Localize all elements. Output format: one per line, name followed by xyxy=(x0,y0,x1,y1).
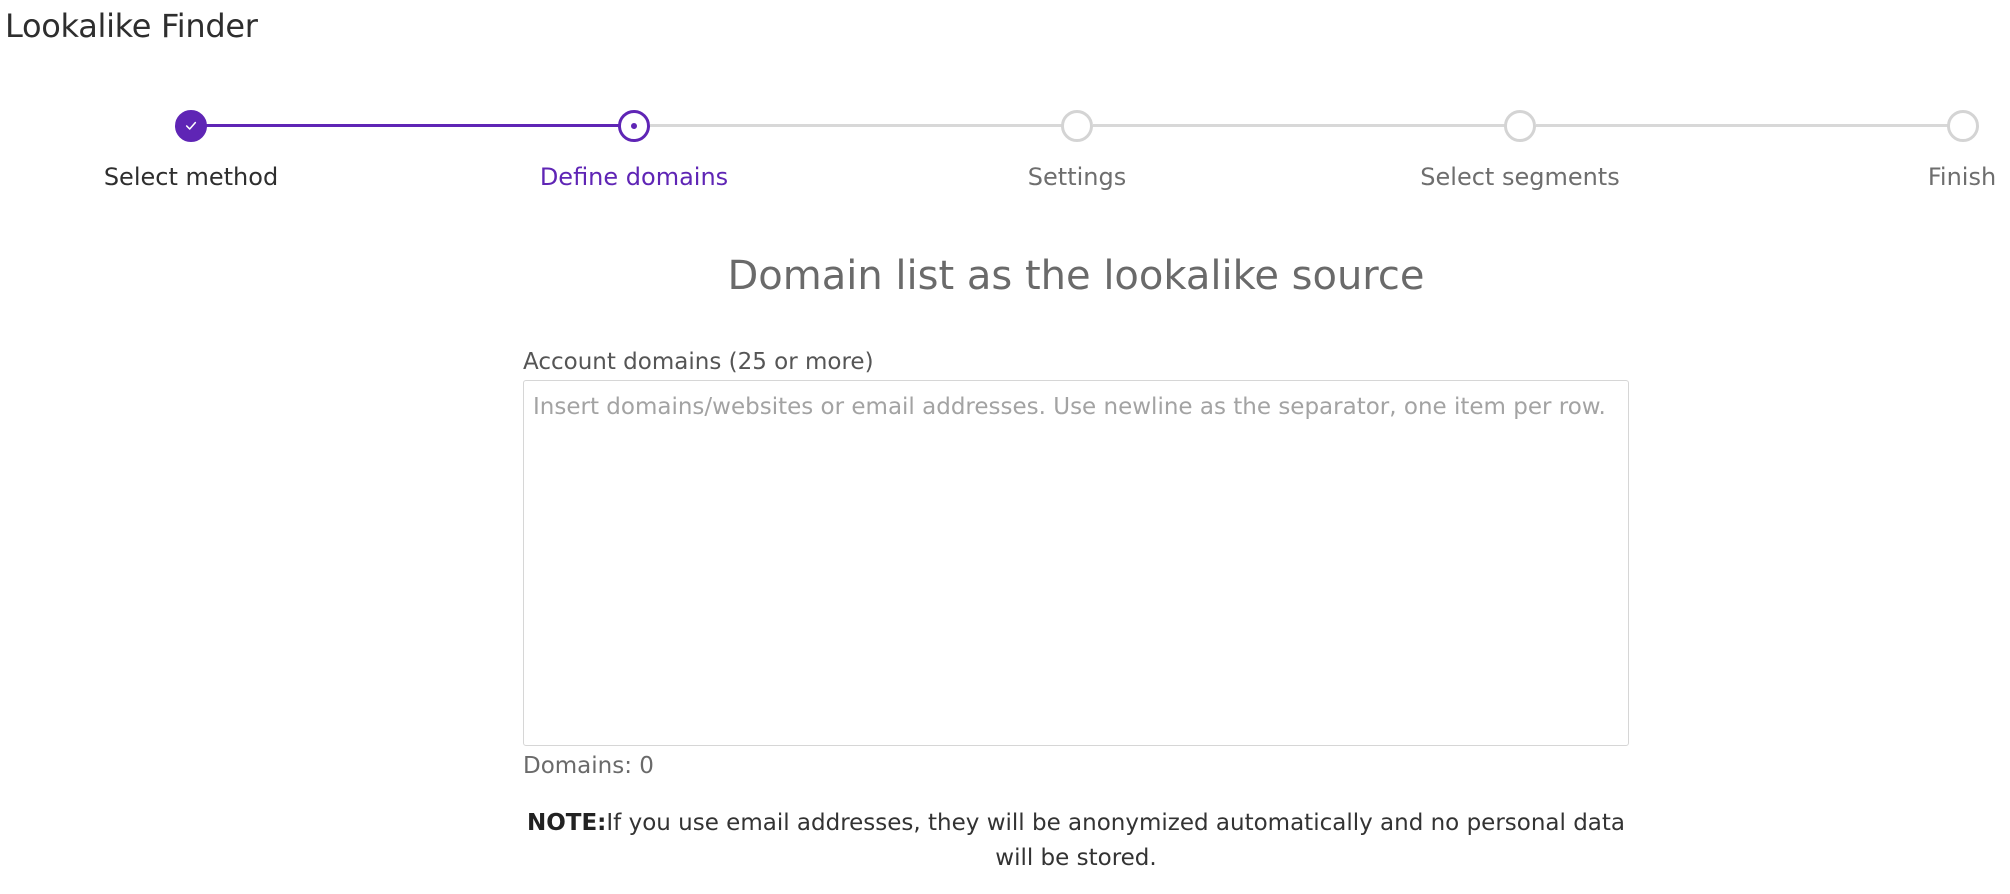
step-select-segments[interactable] xyxy=(1504,110,1536,142)
step-label-define-domains[interactable]: Define domains xyxy=(540,162,728,192)
step-select-method[interactable] xyxy=(175,110,207,142)
step-settings[interactable] xyxy=(1061,110,1093,142)
dot-icon xyxy=(631,123,637,129)
account-domains-label: Account domains (25 or more) xyxy=(523,349,874,375)
step-define-domains[interactable] xyxy=(618,110,650,142)
stepper: Select method Define domains Settings Se… xyxy=(0,0,2010,220)
account-domains-textarea[interactable] xyxy=(523,380,1629,746)
step-label-finish[interactable]: Finish xyxy=(1928,162,1996,192)
check-icon xyxy=(185,121,197,130)
note-text: If you use email addresses, they will be… xyxy=(606,810,1626,871)
note-prefix: NOTE: xyxy=(526,810,607,836)
step-label-select-method[interactable]: Select method xyxy=(104,162,278,192)
step-connector-3 xyxy=(1093,124,1520,127)
section-header: Domain list as the lookalike source xyxy=(521,250,1631,302)
step-connector-1 xyxy=(191,124,634,127)
domain-count: Domains: 0 xyxy=(523,753,654,779)
step-connector-4 xyxy=(1536,124,1963,127)
page: Lookalike Finder Select method Define do… xyxy=(0,0,2010,894)
privacy-note: NOTE:If you use email addresses, they wi… xyxy=(523,806,1629,876)
step-finish[interactable] xyxy=(1947,110,1979,142)
step-label-select-segments[interactable]: Select segments xyxy=(1420,162,1619,192)
section-title: Domain list as the lookalike source xyxy=(727,253,1425,299)
step-label-settings[interactable]: Settings xyxy=(1028,162,1126,192)
step-connector-2 xyxy=(650,124,1077,127)
